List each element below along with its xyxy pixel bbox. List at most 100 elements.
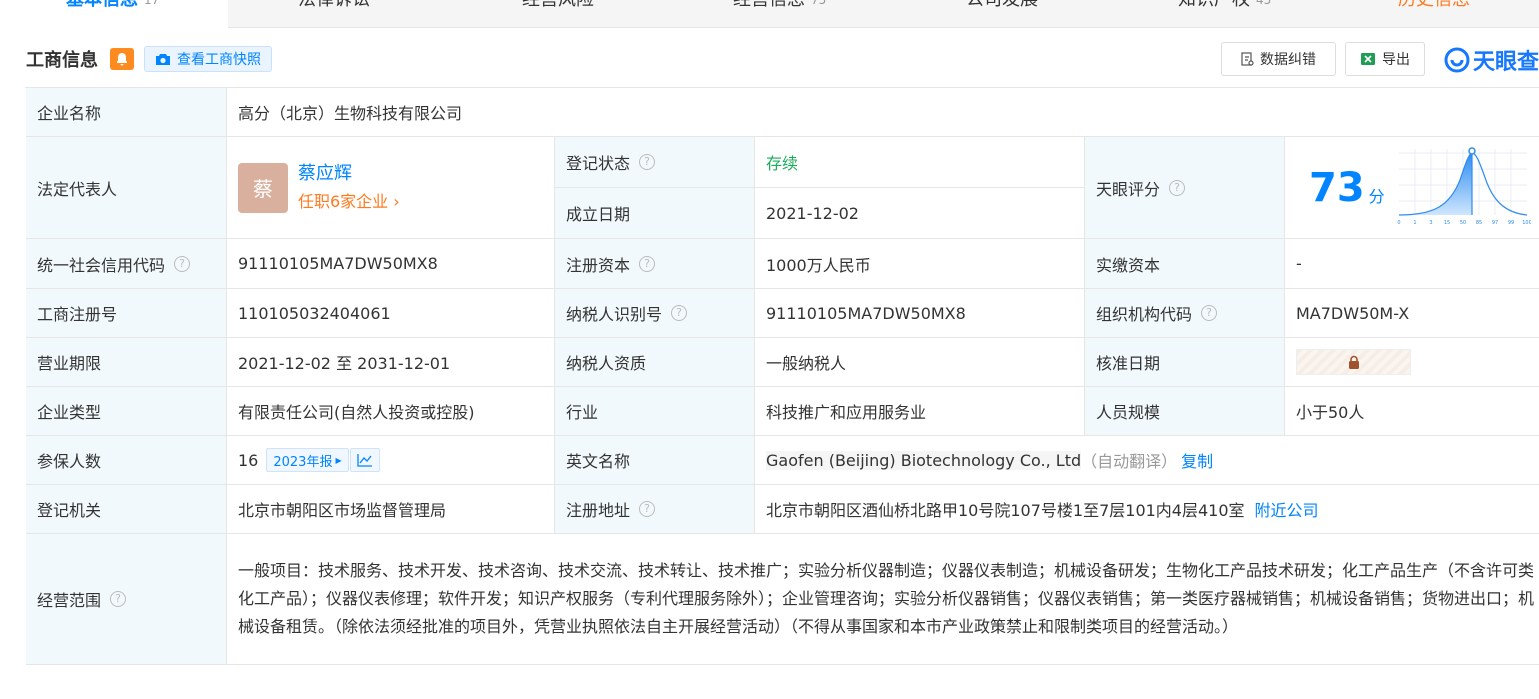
- excel-icon: [1361, 53, 1375, 65]
- reg-capital-label: 注册资本?: [555, 239, 755, 289]
- chart-tick-label: 50: [1460, 220, 1466, 226]
- staff-label: 人员规模: [1085, 387, 1285, 436]
- value-text: -: [1296, 254, 1302, 273]
- value-text: MA7DW50M-X: [1296, 303, 1410, 323]
- value-text: 16: [238, 450, 259, 470]
- label-text: 企业名称: [37, 104, 102, 123]
- label-text: 成立日期: [566, 205, 631, 224]
- taxpayer-qual-value: 一般纳税人: [755, 338, 1085, 387]
- data-correction-button[interactable]: 数据纠错: [1221, 42, 1336, 76]
- label-text: 纳税人识别号: [566, 305, 663, 324]
- est-date-label: 成立日期: [555, 188, 755, 239]
- value-text: Gaofen (Beijing) Biotechnology Co., Ltd: [766, 450, 1082, 470]
- industry-value: 科技推广和应用服务业: [755, 387, 1085, 436]
- scope-label: 经营范围?: [26, 534, 227, 665]
- value-text: 科技推广和应用服务业: [766, 403, 927, 422]
- tab-count: 75: [811, 0, 827, 7]
- reg-status-value: 存续: [755, 137, 1085, 188]
- staff-value: 小于50人: [1285, 387, 1539, 436]
- legal-rep-jobs-link[interactable]: 任职6家企业 ›: [298, 188, 400, 216]
- help-icon[interactable]: ?: [671, 305, 688, 321]
- value-text: 1000万人民币: [766, 255, 871, 275]
- chart-tick-label: 97: [1492, 220, 1498, 226]
- label-text: 注册资本: [566, 255, 631, 275]
- tab-history[interactable]: 历史信息: [1398, 0, 1470, 28]
- company-name-value: 高分（北京）生物科技有限公司: [227, 88, 1539, 137]
- tab-operation[interactable]: 经营信息 75: [733, 0, 826, 28]
- legal-rep-value: 蔡 蔡应辉 任职6家企业 ›: [227, 137, 555, 239]
- brand-name: 天眼查: [1473, 50, 1539, 75]
- label-text: 工商注册号: [37, 305, 118, 324]
- nearby-companies-link[interactable]: 附近公司: [1255, 497, 1319, 521]
- value-text: 91110105MA7DW50MX8: [766, 303, 966, 323]
- paid-capital-value: -: [1285, 239, 1539, 289]
- type-value: 有限责任公司(自然人投资或控股): [227, 387, 555, 436]
- copy-button[interactable]: 复制: [1181, 448, 1213, 472]
- jobs-text: 任职6家企业: [298, 191, 389, 211]
- label-text: 经营范围: [37, 591, 102, 610]
- taxpayer-id-value: 91110105MA7DW50MX8: [755, 289, 1085, 338]
- locked-value[interactable]: [1296, 349, 1411, 375]
- tab-development[interactable]: 公司发展: [966, 0, 1038, 28]
- legal-rep-name-link[interactable]: 蔡应辉: [298, 160, 400, 188]
- tab-label: 经营信息: [733, 0, 805, 10]
- chart-tick-label: 85: [1476, 220, 1482, 226]
- tianyancha-logo-icon: [1444, 47, 1470, 73]
- tab-bar: 基本信息 17 法律诉讼 经营风险 经营信息 75 公司发展 知识产权 45 历史信息: [0, 0, 1539, 28]
- label-text: 人员规模: [1096, 403, 1161, 422]
- help-icon[interactable]: ?: [639, 501, 656, 517]
- label-text: 实缴资本: [1096, 255, 1161, 275]
- export-button[interactable]: 导出: [1345, 42, 1425, 76]
- help-icon[interactable]: ?: [639, 255, 656, 272]
- tab-basic-info[interactable]: 基本信息 17: [0, 0, 228, 28]
- score-unit: 分: [1368, 186, 1385, 206]
- value-text: 91110105MA7DW50MX8: [238, 254, 438, 273]
- tab-label: 基本信息: [66, 0, 138, 10]
- distribution-area: [1399, 153, 1472, 215]
- export-label: 导出: [1382, 52, 1410, 68]
- help-icon[interactable]: ?: [1169, 179, 1186, 196]
- bell-icon[interactable]: [110, 48, 134, 70]
- tab-ip[interactable]: 知识产权 45: [1178, 0, 1271, 28]
- credit-code-value: 91110105MA7DW50MX8: [227, 239, 555, 289]
- lock-icon: [1348, 355, 1359, 369]
- tab-legal[interactable]: 法律诉讼: [298, 0, 370, 28]
- value-text: 一般项目：技术服务、技术开发、技术咨询、技术交流、技术转让、技术推广；实验分析仪…: [238, 561, 1535, 636]
- credit-code-label: 统一社会信用代码?: [26, 239, 227, 289]
- tab-label: 公司发展: [966, 0, 1038, 10]
- insured-value: 16 2023年报 ▶: [227, 436, 555, 485]
- section-header: 工商信息 查看工商快照: [26, 44, 272, 74]
- label-text: 参保人数: [37, 452, 102, 471]
- label-text: 行业: [566, 403, 599, 422]
- tab-risk[interactable]: 经营风险: [522, 0, 594, 28]
- help-icon[interactable]: ?: [639, 154, 656, 170]
- avatar[interactable]: 蔡: [238, 162, 288, 213]
- authority-label: 登记机关: [26, 485, 227, 534]
- help-icon[interactable]: ?: [110, 591, 127, 607]
- label-text: 组织机构代码: [1096, 305, 1193, 324]
- approval-date-value: [1285, 338, 1539, 387]
- annual-report-button[interactable]: 2023年报 ▶: [266, 448, 349, 472]
- data-correction-label: 数据纠错: [1260, 52, 1316, 68]
- value-text: 有限责任公司(自然人投资或控股): [238, 403, 475, 422]
- trend-chart-button[interactable]: [349, 448, 380, 472]
- label-text: 注册地址: [566, 501, 631, 520]
- chart-tick-label: 1: [1413, 220, 1416, 226]
- line-chart-icon: [356, 454, 372, 467]
- value-text: 小于50人: [1296, 403, 1365, 422]
- taxpayer-id-label: 纳税人识别号?: [555, 289, 755, 338]
- chart-tick-label: 0: [1397, 220, 1400, 226]
- score-distribution-chart: 0 1 3 15 50 85 97 99 100: [1397, 147, 1531, 226]
- auto-translate-note: （自动翻译）: [1081, 452, 1178, 471]
- chart-tick-label: 100: [1522, 220, 1531, 226]
- tab-label: 法律诉讼: [298, 0, 370, 10]
- value-text: 北京市朝阳区市场监督管理局: [238, 501, 447, 520]
- approval-date-label: 核准日期: [1085, 338, 1285, 387]
- org-code-label: 组织机构代码?: [1085, 289, 1285, 338]
- help-icon[interactable]: ?: [1201, 305, 1218, 321]
- help-icon[interactable]: ?: [174, 255, 191, 272]
- snapshot-button[interactable]: 查看工商快照: [144, 46, 272, 72]
- value-text: 高分（北京）生物科技有限公司: [238, 104, 463, 123]
- section-title: 工商信息: [26, 50, 98, 71]
- brand-logo: 天眼查: [1444, 44, 1539, 76]
